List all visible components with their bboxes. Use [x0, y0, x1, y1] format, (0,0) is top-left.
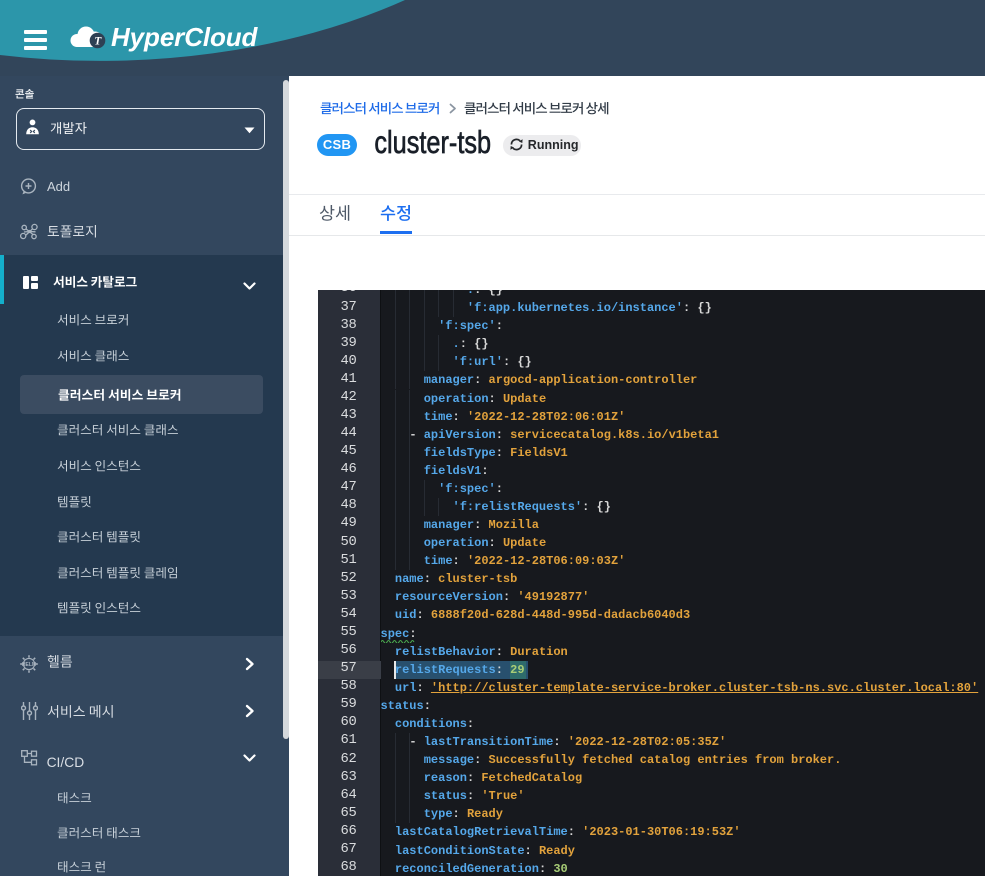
svg-text:HELM: HELM — [22, 662, 36, 668]
svg-text:T: T — [94, 36, 102, 48]
